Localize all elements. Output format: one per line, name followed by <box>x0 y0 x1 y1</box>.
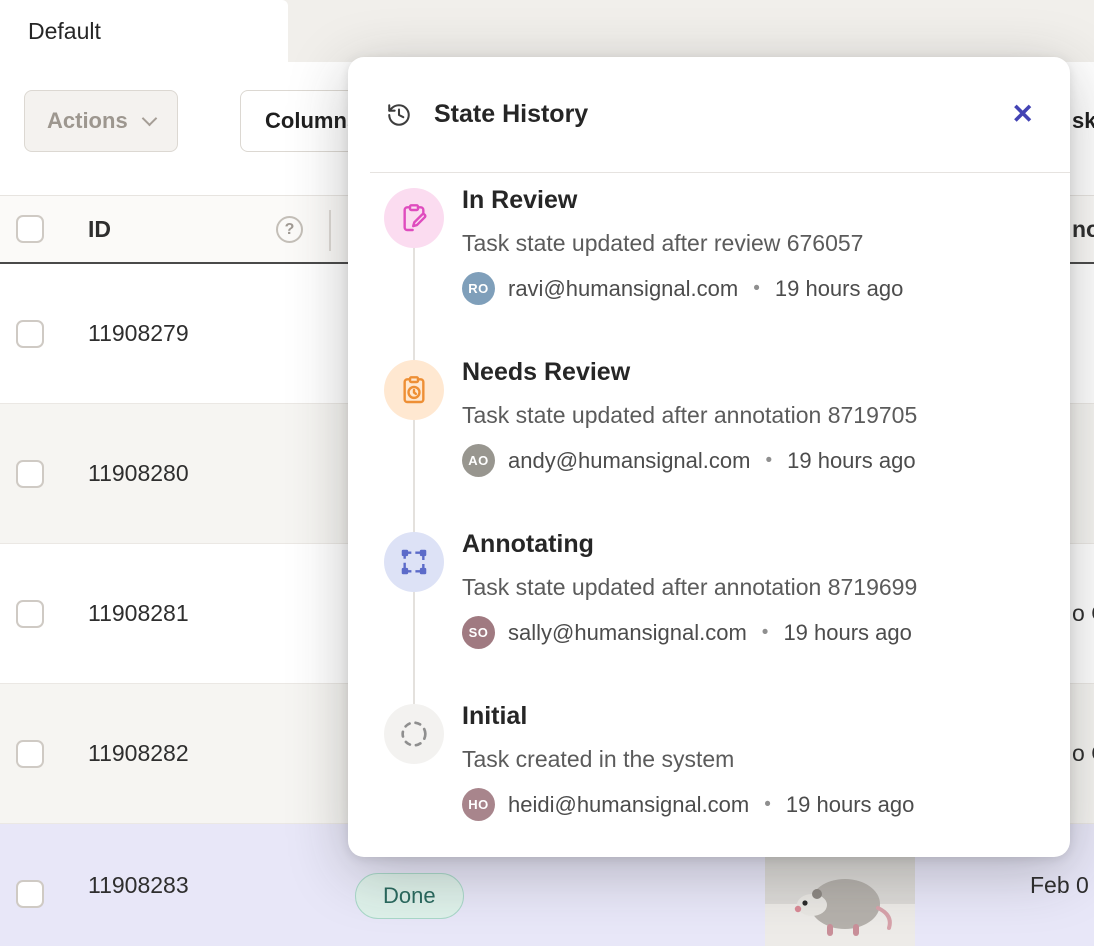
actions-label: Actions <box>47 108 128 134</box>
actions-button[interactable]: Actions <box>24 90 178 152</box>
timestamp: 19 hours ago <box>786 792 914 818</box>
select-all-checkbox[interactable] <box>16 215 44 243</box>
bullet-separator: • <box>763 450 774 472</box>
state-name: Annotating <box>462 530 594 559</box>
history-entry: Annotating Task state updated after anno… <box>384 532 1044 692</box>
history-entry: In Review Task state updated after revie… <box>384 188 1044 348</box>
avatar: AO <box>462 444 495 477</box>
help-icon[interactable]: ? <box>276 216 303 243</box>
tab-default-label: Default <box>28 18 101 45</box>
task-id: 11908280 <box>88 404 189 543</box>
modal-title: State History <box>434 100 983 129</box>
partial-column-header: no <box>1072 195 1094 264</box>
state-meta: HO heidi@humansignal.com • 19 hours ago <box>462 788 914 821</box>
state-name: Needs Review <box>462 358 630 387</box>
history-clock-icon <box>386 102 412 128</box>
partial-date-text: o C <box>1072 544 1094 683</box>
task-id: 11908281 <box>88 544 189 683</box>
modal-header-divider <box>370 172 1070 173</box>
state-meta: SO sally@humansignal.com • 19 hours ago <box>462 616 912 649</box>
column-divider <box>329 210 331 251</box>
partial-button-text: sk <box>1072 90 1094 152</box>
in-review-icon <box>384 188 444 248</box>
state-name: Initial <box>462 702 527 731</box>
column-header-id: ID <box>88 196 111 262</box>
user-email: andy@humansignal.com <box>508 448 750 474</box>
history-entry: Needs Review Task state updated after an… <box>384 360 1044 520</box>
task-id: 11908282 <box>88 684 189 823</box>
state-description: Task state updated after review 676057 <box>462 230 863 257</box>
state-description: Task created in the system <box>462 746 734 773</box>
state-meta: RO ravi@humansignal.com • 19 hours ago <box>462 272 903 305</box>
avatar: RO <box>462 272 495 305</box>
bullet-separator: • <box>762 794 773 816</box>
tab-default[interactable]: Default <box>0 0 288 62</box>
data-manager-screen: Default Actions Columns sk ID ? no 11908… <box>0 0 1094 946</box>
initial-state-icon <box>384 704 444 764</box>
history-entry: Initial Task created in the system HO he… <box>384 704 1044 864</box>
task-id: 11908279 <box>88 264 189 403</box>
row-checkbox[interactable] <box>16 740 44 768</box>
avatar: SO <box>462 616 495 649</box>
timestamp: 19 hours ago <box>783 620 911 646</box>
state-meta: AO andy@humansignal.com • 19 hours ago <box>462 444 916 477</box>
user-email: sally@humansignal.com <box>508 620 747 646</box>
state-description: Task state updated after annotation 8719… <box>462 574 917 601</box>
row-checkbox[interactable] <box>16 460 44 488</box>
bullet-separator: • <box>760 622 771 644</box>
status-badge: Done <box>355 873 464 919</box>
partial-date-text: o C <box>1072 684 1094 823</box>
row-checkbox[interactable] <box>16 600 44 628</box>
avatar: HO <box>462 788 495 821</box>
annotating-icon <box>384 532 444 592</box>
timestamp: 19 hours ago <box>775 276 903 302</box>
state-history-modal: State History ✕ In Review Task state upd… <box>348 57 1070 857</box>
close-icon[interactable]: ✕ <box>1005 95 1040 134</box>
modal-header: State History ✕ <box>348 57 1070 172</box>
row-checkbox[interactable] <box>16 320 44 348</box>
state-name: In Review <box>462 186 577 215</box>
needs-review-icon <box>384 360 444 420</box>
bullet-separator: • <box>751 278 762 300</box>
user-email: ravi@humansignal.com <box>508 276 738 302</box>
columns-label: Columns <box>265 108 359 134</box>
task-id: 11908283 <box>88 824 189 946</box>
state-description: Task state updated after annotation 8719… <box>462 402 917 429</box>
chevron-down-icon <box>141 110 157 126</box>
timestamp: 19 hours ago <box>787 448 915 474</box>
row-checkbox[interactable] <box>16 880 44 908</box>
user-email: heidi@humansignal.com <box>508 792 749 818</box>
